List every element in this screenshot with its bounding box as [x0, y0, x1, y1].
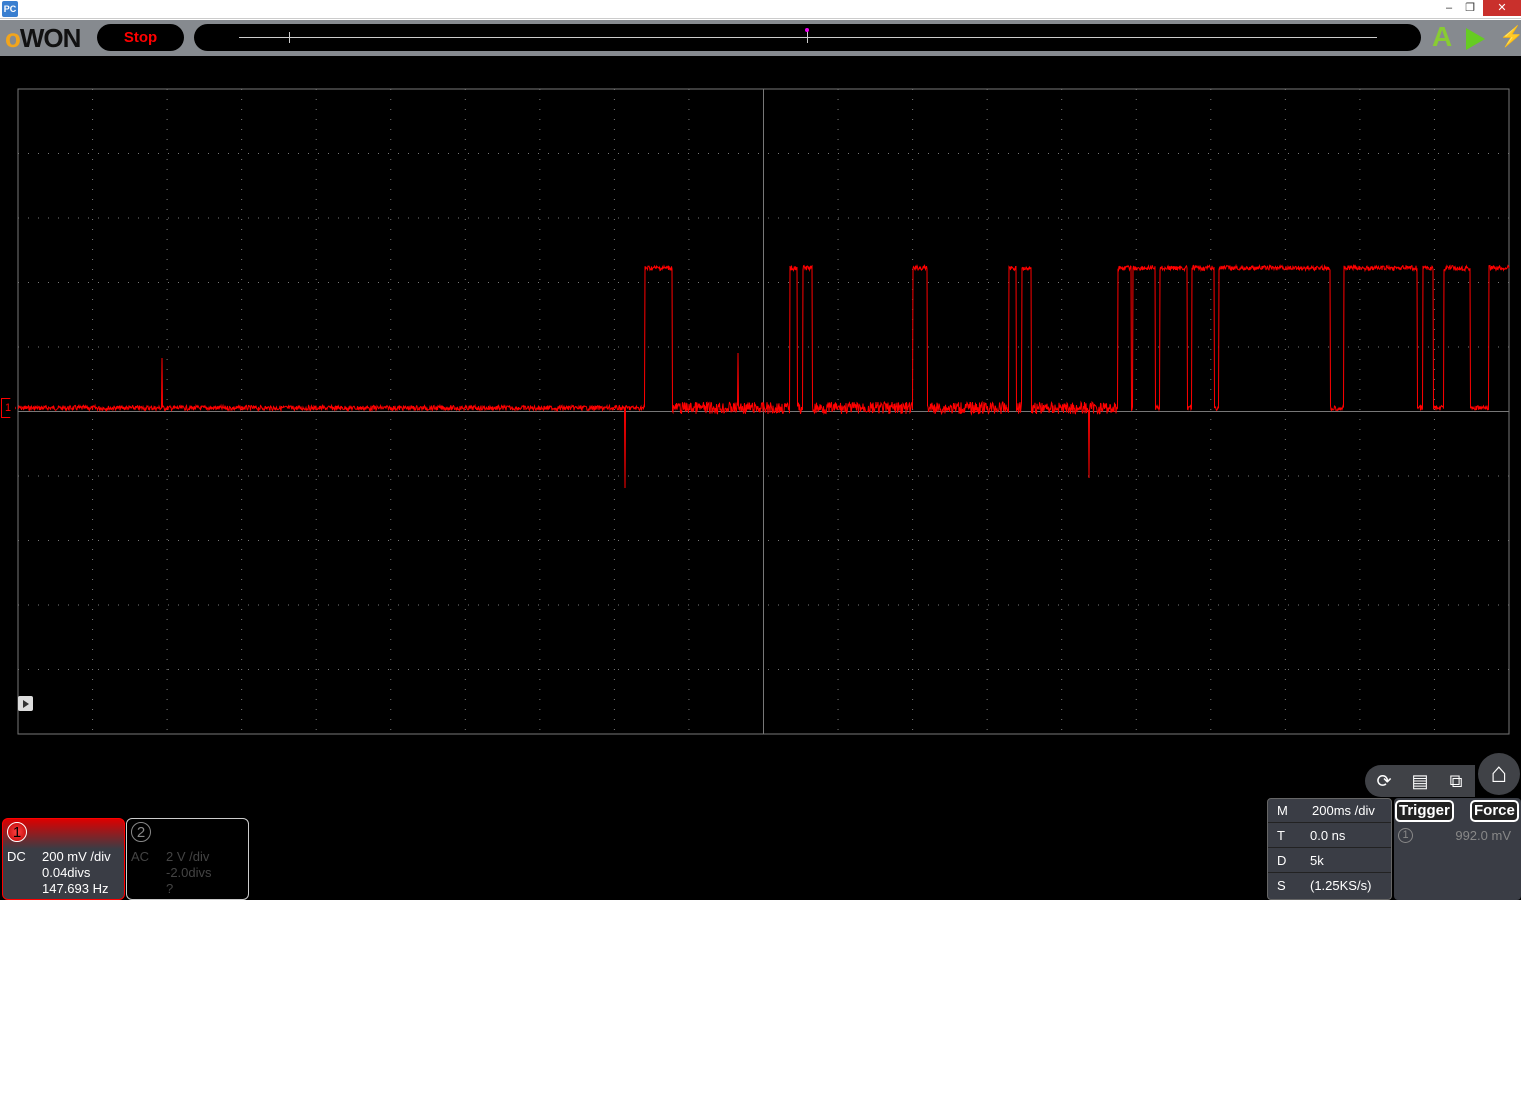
channel-1-badge: 1: [7, 822, 27, 842]
play-icon[interactable]: [1466, 28, 1485, 50]
timebase-panel[interactable]: M 200ms /div T 0.0 ns D 5k S (1.25KS/s): [1267, 798, 1392, 900]
ch1-offset: 0.04divs: [42, 865, 91, 880]
trigger-level: 992.0 mV: [1455, 828, 1511, 843]
ch2-scale: 2 V /div: [166, 849, 210, 864]
timebase-row-t: T 0.0 ns: [1268, 824, 1391, 848]
ch1-scale: 200 mV /div: [42, 849, 111, 864]
autoset-icon[interactable]: A: [1432, 22, 1452, 52]
close-button[interactable]: ✕: [1483, 0, 1521, 16]
trigger-button[interactable]: Trigger: [1395, 800, 1454, 822]
save-icon[interactable]: ▤: [1405, 768, 1435, 794]
timebase-row-s: S (1.25KS/s): [1277, 878, 1372, 893]
trigger-source: 1: [1398, 828, 1413, 843]
channel-1-panel[interactable]: 1 DC 200 mV /div 0.04divs 147.693 Hz: [2, 818, 125, 900]
timebase-row-m: M 200ms /div: [1268, 799, 1391, 823]
switch-window-icon[interactable]: ⧉: [1441, 768, 1471, 794]
ch2-offset: -2.0divs: [166, 865, 212, 880]
waveform-display[interactable]: 1: [0, 56, 1521, 756]
tool-bar: ⟳ ▤ ⧉: [1365, 765, 1475, 797]
ch1-coupling: DC: [7, 849, 26, 864]
trigger-position-marker[interactable]: [807, 31, 808, 43]
owon-logo: oWON: [5, 23, 81, 53]
oscilloscope-app: oWON Stop A ⚡ 1 1 DC 200 mV /div 0.04div…: [0, 20, 1521, 900]
ch2-coupling: AC: [131, 849, 150, 864]
app-icon: PC: [2, 1, 18, 17]
ch1-frequency: 147.693 Hz: [42, 881, 109, 896]
channel-2-badge: 2: [131, 822, 151, 842]
run-stop-button[interactable]: Stop: [97, 24, 184, 51]
restore-button[interactable]: ❐: [1457, 0, 1483, 16]
channel-2-panel[interactable]: 2 AC 2 V /div -2.0divs ?: [126, 818, 249, 900]
force-button[interactable]: Force: [1470, 800, 1519, 822]
timeline-bar[interactable]: [194, 24, 1421, 51]
waveform-svg: [17, 88, 1510, 735]
view-window-marker[interactable]: [289, 32, 290, 43]
trigger-dot: [805, 28, 809, 32]
timeline-track: [239, 37, 1377, 38]
timebase-row-d: D 5k: [1268, 849, 1391, 873]
toolbar: oWON Stop A ⚡: [0, 20, 1521, 56]
trigger-panel: Trigger Force 1 992.0 mV: [1394, 798, 1521, 900]
home-icon[interactable]: ⌂: [1478, 753, 1520, 795]
expand-play-button[interactable]: [18, 696, 33, 711]
title-bar: PC – ❐ ✕: [0, 0, 1521, 19]
bolt-icon[interactable]: ⚡: [1499, 24, 1521, 49]
ch2-frequency: ?: [166, 881, 174, 896]
auto-home-icon[interactable]: ⟳: [1369, 768, 1399, 794]
